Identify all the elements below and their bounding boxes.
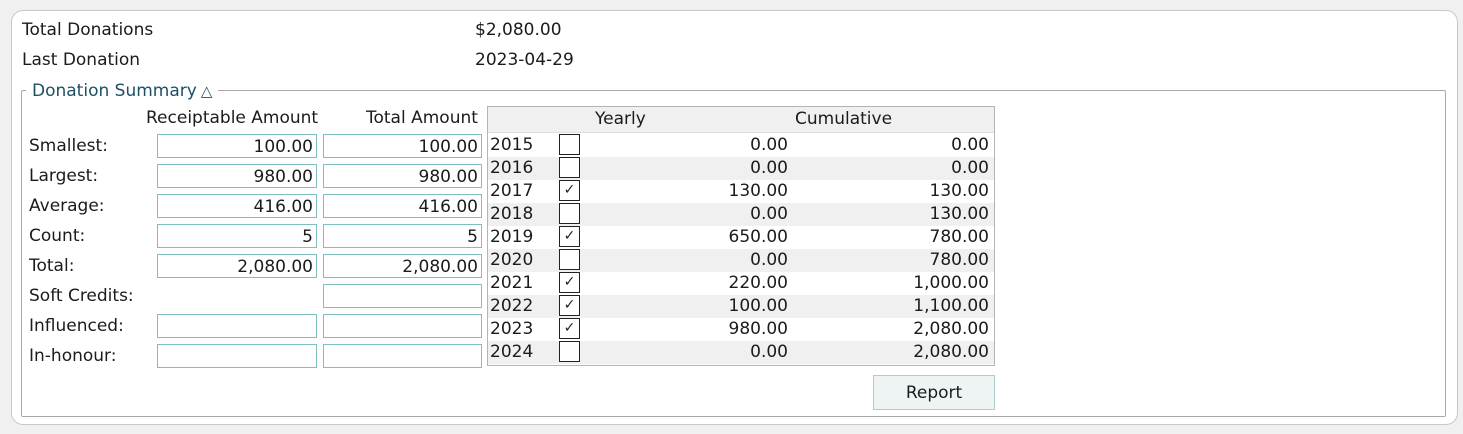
- summary-row-label: Soft Credits:: [29, 286, 134, 306]
- year-cell: 2017: [490, 181, 534, 201]
- summary-row-label: Smallest:: [29, 136, 108, 156]
- yearly-table-row: 2024 0.00 2,080.00: [488, 341, 994, 364]
- yearly-table-row: 2020 0.00 780.00: [488, 249, 994, 272]
- cumulative-amount-cell: 2,080.00: [913, 342, 989, 362]
- total-donations-value: $2,080.00: [475, 20, 562, 40]
- year-cell: 2021: [490, 273, 534, 293]
- donation-summary-toggle[interactable]: Donation Summary △: [26, 79, 219, 103]
- year-cell: 2022: [490, 296, 534, 316]
- yearly-column-header: Yearly: [595, 109, 646, 129]
- summary-row-label: Average:: [29, 196, 105, 216]
- receiptable-amount-field[interactable]: 2,080.00: [157, 254, 317, 278]
- summary-row-label: Largest:: [29, 166, 99, 186]
- yearly-table-row: 2016 0.00 0.00: [488, 157, 994, 180]
- total-amount-field[interactable]: 2,080.00: [323, 254, 482, 278]
- year-include-checkbox[interactable]: [559, 249, 580, 270]
- yearly-amount-cell: 220.00: [728, 273, 788, 293]
- total-donations-label: Total Donations: [22, 20, 154, 40]
- yearly-amount-cell: 100.00: [728, 296, 788, 316]
- yearly-amount-cell: 130.00: [728, 181, 788, 201]
- checkmark-icon: ✓: [563, 228, 576, 244]
- total-amount-field[interactable]: [323, 344, 482, 368]
- receiptable-amount-field[interactable]: 416.00: [157, 194, 317, 218]
- year-include-checkbox[interactable]: [559, 341, 580, 362]
- cumulative-amount-cell: 130.00: [929, 204, 989, 224]
- year-cell: 2024: [490, 342, 534, 362]
- checkmark-icon: ✓: [563, 182, 576, 198]
- cumulative-amount-cell: 2,080.00: [913, 319, 989, 339]
- collapse-triangle-icon: △: [200, 82, 213, 100]
- yearly-amount-cell: 0.00: [750, 204, 788, 224]
- total-amount-header: Total Amount: [366, 108, 478, 128]
- year-include-checkbox[interactable]: [559, 157, 580, 178]
- receiptable-amount-field[interactable]: 980.00: [157, 164, 317, 188]
- receiptable-amount-field[interactable]: [157, 314, 317, 338]
- year-include-checkbox[interactable]: ✓: [559, 180, 580, 201]
- checkmark-icon: ✓: [563, 274, 576, 290]
- year-include-checkbox[interactable]: ✓: [559, 272, 580, 293]
- cumulative-amount-cell: 0.00: [951, 158, 989, 178]
- cumulative-amount-cell: 130.00: [929, 181, 989, 201]
- cumulative-amount-cell: 0.00: [951, 135, 989, 155]
- cumulative-amount-cell: 1,000.00: [913, 273, 989, 293]
- year-include-checkbox[interactable]: ✓: [559, 226, 580, 247]
- yearly-amount-cell: 0.00: [750, 342, 788, 362]
- yearly-table-row: 2022 ✓ 100.00 1,100.00: [488, 295, 994, 318]
- year-cell: 2015: [490, 135, 534, 155]
- cumulative-amount-cell: 780.00: [929, 250, 989, 270]
- yearly-amount-cell: 980.00: [728, 319, 788, 339]
- cumulative-amount-cell: 1,100.00: [913, 296, 989, 316]
- total-amount-field[interactable]: [323, 284, 482, 308]
- checkmark-icon: ✓: [563, 320, 576, 336]
- report-button[interactable]: Report: [873, 375, 995, 410]
- cumulative-column-header: Cumulative: [795, 109, 893, 129]
- receiptable-amount-header: Receiptable Amount: [146, 108, 319, 128]
- yearly-amount-cell: 650.00: [728, 227, 788, 247]
- total-amount-field[interactable]: 416.00: [323, 194, 482, 218]
- yearly-table-row: 2019 ✓ 650.00 780.00: [488, 226, 994, 249]
- total-amount-field[interactable]: [323, 314, 482, 338]
- yearly-table-row: 2017 ✓ 130.00 130.00: [488, 180, 994, 203]
- cumulative-amount-cell: 780.00: [929, 227, 989, 247]
- donation-summary-title: Donation Summary: [32, 81, 197, 101]
- yearly-table-row: 2023 ✓ 980.00 2,080.00: [488, 318, 994, 341]
- total-amount-field[interactable]: 100.00: [323, 134, 482, 158]
- summary-row-label: Total:: [29, 256, 75, 276]
- yearly-amount-cell: 0.00: [750, 135, 788, 155]
- yearly-amount-cell: 0.00: [750, 250, 788, 270]
- year-include-checkbox[interactable]: [559, 203, 580, 224]
- last-donation-label: Last Donation: [22, 50, 141, 70]
- year-cell: 2023: [490, 319, 534, 339]
- year-cell: 2016: [490, 158, 534, 178]
- year-include-checkbox[interactable]: ✓: [559, 295, 580, 316]
- yearly-table-header: Yearly Cumulative: [488, 107, 994, 133]
- summary-row-label: Count:: [29, 226, 86, 246]
- summary-row-label: In-honour:: [29, 346, 117, 366]
- total-amount-field[interactable]: 980.00: [323, 164, 482, 188]
- checkmark-icon: ✓: [563, 297, 576, 313]
- year-cell: 2019: [490, 227, 534, 247]
- receiptable-amount-field[interactable]: 5: [157, 224, 317, 248]
- receiptable-amount-field[interactable]: [157, 344, 317, 368]
- total-amount-field[interactable]: 5: [323, 224, 482, 248]
- last-donation-value: 2023-04-29: [475, 50, 574, 70]
- yearly-table-row: 2015 0.00 0.00: [488, 134, 994, 157]
- yearly-table-row: 2021 ✓ 220.00 1,000.00: [488, 272, 994, 295]
- year-include-checkbox[interactable]: [559, 134, 580, 155]
- year-cell: 2018: [490, 204, 534, 224]
- year-include-checkbox[interactable]: ✓: [559, 318, 580, 339]
- yearly-amount-cell: 0.00: [750, 158, 788, 178]
- yearly-table: Yearly Cumulative 2015 0.00 0.00 2016 0.00 0.…: [487, 106, 995, 366]
- receiptable-amount-field[interactable]: 100.00: [157, 134, 317, 158]
- summary-row-label: Influenced:: [29, 316, 124, 336]
- yearly-table-row: 2018 0.00 130.00: [488, 203, 994, 226]
- year-cell: 2020: [490, 250, 534, 270]
